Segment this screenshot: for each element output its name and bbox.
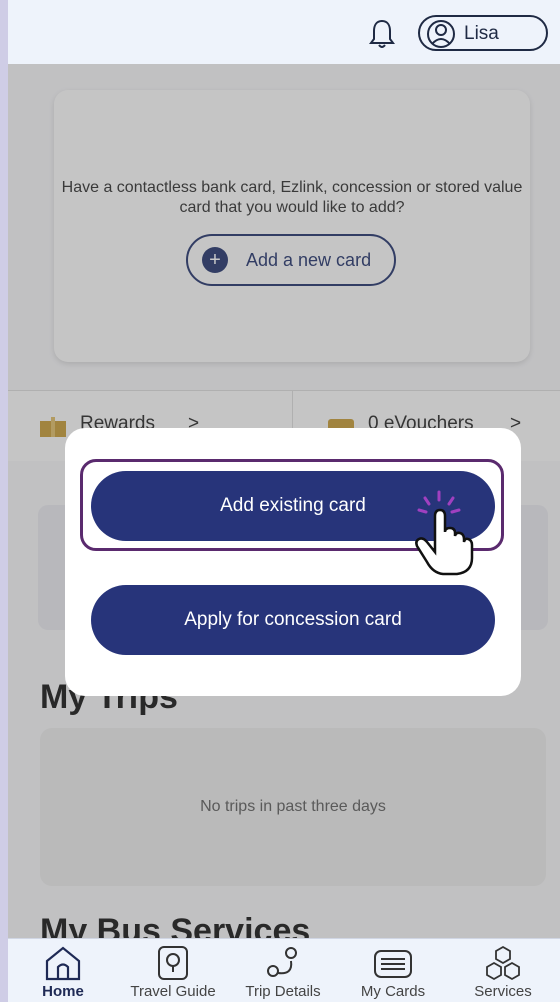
top-bar: Lisa [8,0,560,64]
bell-icon[interactable] [368,18,396,50]
profile-button[interactable]: Lisa [418,15,548,51]
nav-travel-guide[interactable]: Travel Guide [118,939,228,1002]
add-card-popup: Add existing card Apply for concession c… [65,428,521,696]
nav-services[interactable]: Services [448,939,558,1002]
nav-my-cards[interactable]: My Cards [338,939,448,1002]
nav-services-label: Services [474,983,532,1000]
map-pin-icon [158,946,188,980]
nav-home-label: Home [42,983,84,1000]
card-icon [374,950,412,978]
nav-my-cards-label: My Cards [360,983,426,1000]
nav-trip-details[interactable]: Trip Details [228,939,338,1002]
apply-concession-card-button[interactable]: Apply for concession card [91,585,495,655]
nav-trip-details-label: Trip Details [245,983,321,1000]
nav-home[interactable]: Home [8,939,118,1002]
home-icon [45,946,81,981]
user-icon [427,20,455,48]
route-icon [267,947,297,977]
user-name: Lisa [464,23,499,44]
app-screen: Lisa Have a contactless bank card, Ezlin… [8,0,560,1002]
boxes-icon [486,945,520,981]
bottom-nav: Home Travel Guide Trip Details My Cards … [8,938,560,1002]
nav-travel-guide-label: Travel Guide [130,983,216,1000]
hand-pointer-icon [415,490,474,576]
